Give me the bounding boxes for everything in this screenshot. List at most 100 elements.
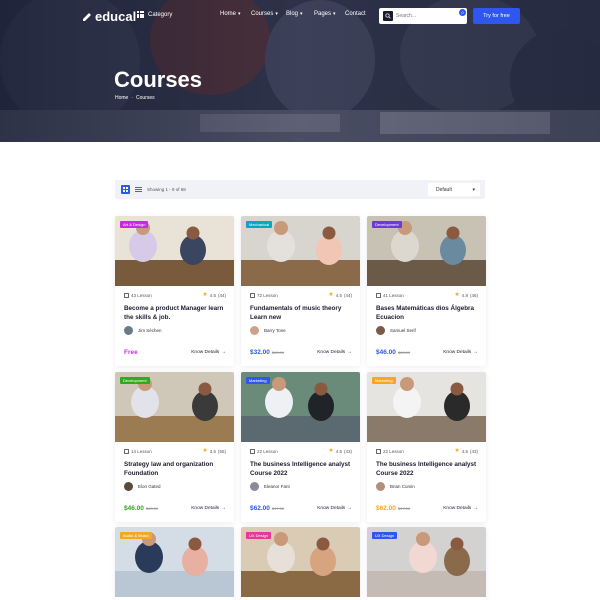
- course-price: $62.00 $97.00: [376, 505, 410, 512]
- course-author[interactable]: Samuel Serif: [376, 326, 416, 335]
- course-card[interactable]: Marketing 22 Lesson ★ 4.5 (43) The business I…: [241, 372, 360, 522]
- book-icon: [124, 293, 129, 298]
- course-image[interactable]: UX Design: [367, 527, 486, 597]
- know-details-link[interactable]: Know Details →: [443, 350, 478, 355]
- course-image[interactable]: UX Design: [241, 527, 360, 597]
- lesson-count: 41 Lesson: [376, 293, 404, 298]
- course-card[interactable]: Audio & Music: [115, 527, 234, 600]
- course-card[interactable]: UX Design: [367, 527, 486, 600]
- know-details-label: Know Details: [443, 506, 472, 511]
- course-author[interactable]: Jim Séchen: [124, 326, 162, 335]
- avatar: [124, 326, 133, 335]
- course-author[interactable]: Brian Cumin: [376, 482, 415, 491]
- results-count: Showing 1 - 9 of 68: [147, 187, 186, 192]
- arrow-right-icon: →: [347, 350, 352, 355]
- lesson-count-text: 72 Lesson: [257, 293, 278, 298]
- course-title[interactable]: Bases Matemáticas dios Álgebra Ecuacion: [376, 305, 480, 322]
- course-card[interactable]: UX Design: [241, 527, 360, 600]
- arrow-right-icon: →: [221, 350, 226, 355]
- course-title[interactable]: The business Intelligence analyst Course…: [376, 461, 480, 478]
- avatar: [124, 482, 133, 491]
- course-category-tag[interactable]: Development: [372, 221, 402, 228]
- course-card[interactable]: Development 41 Lesson ★ 4.8 (46) Bases Matemá…: [367, 216, 486, 366]
- course-image[interactable]: Development: [115, 372, 234, 442]
- course-title[interactable]: Fundamentals of music theory Learn new: [250, 305, 354, 322]
- course-meta: 22 Lesson ★ 4.5 (43): [250, 448, 352, 456]
- lesson-count-text: 41 Lesson: [383, 293, 404, 298]
- star-icon: ★: [202, 448, 208, 454]
- course-meta: 72 Lesson ★ 4.5 (44): [250, 292, 352, 300]
- nav-item-contact[interactable]: Contact: [345, 11, 366, 17]
- grid-view-icon[interactable]: [121, 185, 130, 194]
- know-details-link[interactable]: Know Details →: [443, 506, 478, 511]
- avatar: [376, 482, 385, 491]
- chevron-down-icon: ▾: [275, 11, 278, 17]
- list-view-icon[interactable]: [134, 185, 143, 194]
- course-author[interactable]: Eleanor Fant: [250, 482, 290, 491]
- avatar: [376, 326, 385, 335]
- course-category-tag[interactable]: Mechanical: [246, 221, 273, 228]
- know-details-link[interactable]: Know Details →: [317, 350, 352, 355]
- book-icon: [124, 449, 129, 454]
- course-image[interactable]: Marketing: [367, 372, 486, 442]
- course-title[interactable]: Strategy law and organization Foundation: [124, 461, 228, 478]
- old-price: $68.00: [271, 350, 285, 355]
- author-name: Samuel Serif: [390, 328, 416, 333]
- category-menu[interactable]: Category: [137, 11, 172, 18]
- star-icon: ★: [328, 448, 334, 454]
- course-author[interactable]: Barry Tone: [250, 326, 286, 335]
- chevron-down-icon: ▾: [238, 11, 241, 17]
- course-image[interactable]: Development: [367, 216, 486, 286]
- course-rating: ★ 4.5 (44): [328, 292, 352, 298]
- course-card[interactable]: Art & Design 43 Lesson ★ 4.5 (44) Become a pr…: [115, 216, 234, 366]
- course-price: $62.00 $97.00: [250, 505, 284, 512]
- lesson-count-text: 14 Lesson: [131, 449, 152, 454]
- course-meta: 43 Lesson ★ 4.5 (44): [124, 292, 226, 300]
- nav-item-home[interactable]: Home ▾: [220, 11, 241, 17]
- course-category-tag[interactable]: UX Design: [372, 532, 398, 539]
- course-card[interactable]: Mechanical 72 Lesson ★ 4.5 (44) Fundamentals …: [241, 216, 360, 366]
- lesson-count-text: 43 Lesson: [131, 293, 152, 298]
- course-meta: 41 Lesson ★ 4.8 (46): [376, 292, 478, 300]
- know-details-link[interactable]: Know Details →: [317, 506, 352, 511]
- course-title[interactable]: The business Intelligence analyst Course…: [250, 461, 354, 478]
- course-footer: $62.00 $97.00 Know Details →: [250, 505, 352, 513]
- course-category-tag[interactable]: UX Design: [246, 532, 272, 539]
- sort-select[interactable]: Default ▾: [428, 183, 480, 196]
- nav-item-courses[interactable]: Courses ▾: [251, 11, 278, 17]
- top-nav: educal Category Home ▾ Courses ▾ Blog ▾ Pag…: [0, 0, 600, 32]
- search-icon[interactable]: [383, 11, 393, 21]
- old-price: $97.00: [397, 506, 411, 511]
- course-image[interactable]: Art & Design: [115, 216, 234, 286]
- course-category-tag[interactable]: Art & Design: [120, 221, 149, 228]
- course-price: $46.00 $68.00: [376, 349, 410, 356]
- course-image[interactable]: Marketing: [241, 372, 360, 442]
- course-meta: 22 Lesson ★ 4.5 (43): [376, 448, 478, 456]
- course-image[interactable]: Mechanical: [241, 216, 360, 286]
- course-title[interactable]: Become a product Manager learn the skill…: [124, 305, 228, 322]
- try-for-free-button[interactable]: Try for free: [473, 8, 520, 24]
- course-card[interactable]: Development 14 Lesson ★ 3.5 (55) Strategy law…: [115, 372, 234, 522]
- course-card[interactable]: Marketing 22 Lesson ★ 4.5 (43) The business I…: [367, 372, 486, 522]
- book-icon: [376, 449, 381, 454]
- logo-text: educal: [95, 9, 137, 24]
- course-author[interactable]: Elon Gated: [124, 482, 161, 491]
- rating-value: 4.5: [209, 293, 216, 298]
- price-value: $46.00: [376, 349, 396, 356]
- rating-value: 4.5: [335, 293, 342, 298]
- course-category-tag[interactable]: Marketing: [372, 377, 396, 384]
- know-details-link[interactable]: Know Details →: [191, 350, 226, 355]
- review-count: (55): [217, 449, 226, 454]
- nav-item-blog[interactable]: Blog ▾: [286, 11, 303, 17]
- rating-value: 4.8: [461, 293, 468, 298]
- course-category-tag[interactable]: Audio & Music: [120, 532, 152, 539]
- nav-item-pages[interactable]: Pages ▾: [314, 11, 336, 17]
- price-value: $46.00: [124, 505, 144, 512]
- course-category-tag[interactable]: Development: [120, 377, 150, 384]
- know-details-link[interactable]: Know Details →: [191, 506, 226, 511]
- logo[interactable]: educal: [82, 9, 136, 24]
- search-input[interactable]: [396, 13, 446, 19]
- breadcrumb-home[interactable]: Home: [115, 95, 128, 101]
- course-image[interactable]: Audio & Music: [115, 527, 234, 597]
- course-category-tag[interactable]: Marketing: [246, 377, 270, 384]
